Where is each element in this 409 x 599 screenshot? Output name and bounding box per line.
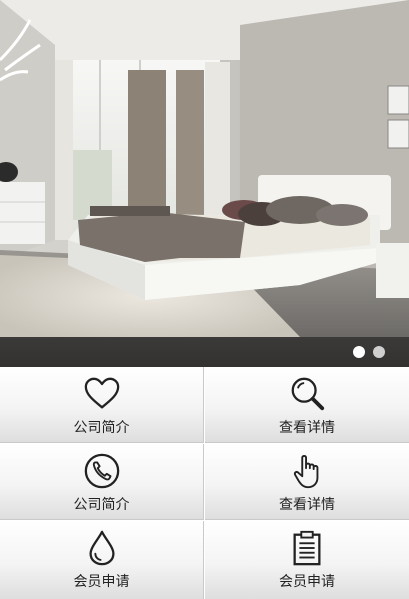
menu-item-company-intro[interactable]: 公司简介 <box>0 367 204 443</box>
menu-item-member-application-2[interactable]: 会员申请 <box>205 521 409 599</box>
menu-item-label: 查看详情 <box>279 497 335 513</box>
menu-item-label: 公司简介 <box>73 497 130 513</box>
menu-item-label: 会员申请 <box>279 574 335 590</box>
carousel-indicators <box>353 346 385 358</box>
search-icon <box>288 375 326 413</box>
menu-item-member-application[interactable]: 会员申请 <box>0 521 204 599</box>
clipboard-icon <box>288 529 326 567</box>
carousel-dot-2[interactable] <box>373 346 385 358</box>
menu-item-view-details[interactable]: 查看详情 <box>205 367 409 443</box>
menu-item-label: 会员申请 <box>73 574 130 590</box>
pointer-hand-icon <box>288 452 326 490</box>
heart-icon <box>83 375 121 413</box>
phone-icon <box>83 452 121 490</box>
menu-item-label: 公司简介 <box>73 420 130 436</box>
menu-item-label: 查看详情 <box>279 420 335 436</box>
water-drop-icon <box>83 529 121 567</box>
menu-grid: 公司简介 查看详情 公司简介 查看详情 会员申请 会员申请 <box>0 367 409 599</box>
bedroom-interior-photo <box>0 0 409 367</box>
menu-item-view-details-2[interactable]: 查看详情 <box>205 444 409 520</box>
menu-item-company-intro-2[interactable]: 公司简介 <box>0 444 204 520</box>
carousel-dot-1[interactable] <box>353 346 365 358</box>
banner-carousel[interactable] <box>0 0 409 367</box>
